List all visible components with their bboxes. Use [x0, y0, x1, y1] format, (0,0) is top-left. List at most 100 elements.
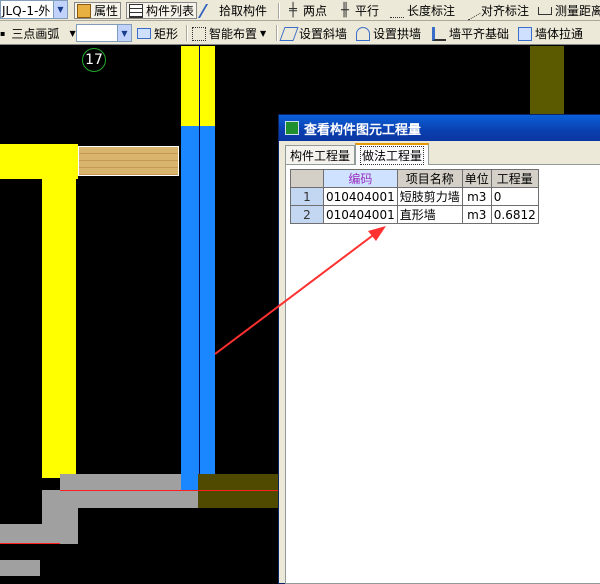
- rectangle-button[interactable]: 矩形: [137, 25, 178, 42]
- bottom-gray-strip: [0, 560, 40, 576]
- slope-wall-button[interactable]: 设置斜墙: [279, 25, 348, 42]
- red-line-lower: [0, 543, 60, 544]
- arc-label: 三点画弧: [11, 27, 60, 41]
- grip-icon: ▪: [0, 29, 6, 38]
- two-points-button[interactable]: ╪ 两点: [286, 2, 327, 19]
- app-icon: [285, 121, 299, 135]
- wall-stretch-icon: [518, 26, 532, 41]
- wall-yellow-vertical-top: [181, 46, 215, 126]
- arch-wall-button[interactable]: 设置拱墙: [356, 25, 421, 42]
- wall-stretch-label: 墙体拉通: [535, 27, 584, 41]
- tab-component-quantity[interactable]: 构件工程量: [285, 145, 355, 164]
- grid-icon: ╪: [289, 2, 297, 18]
- eyedropper-icon: [197, 3, 221, 18]
- chevron-down-icon: ▼: [260, 29, 267, 38]
- wall-axis-line: [199, 46, 200, 490]
- tab-method-quantity[interactable]: 做法工程量: [355, 143, 429, 165]
- align-dim-icon: [461, 0, 481, 21]
- attributes-icon: [77, 3, 91, 18]
- wall-align-base-button[interactable]: 墙平齐基础: [432, 25, 509, 42]
- wall-stretch-button[interactable]: 墙体拉通: [518, 25, 583, 42]
- slab-gray-mid: [42, 490, 198, 508]
- slab-olive: [198, 474, 278, 508]
- main-toolbar: JLQ-1-外 ▼ 属性 构件列表 拾取构件 ╪ 两点 ╫ 平行 长度标注 对齐…: [0, 0, 600, 21]
- selected-beam[interactable]: [78, 146, 179, 176]
- component-list-button[interactable]: 构件列表: [126, 2, 198, 19]
- wall-yellow-inner: [0, 179, 42, 479]
- axis-number: 17: [85, 52, 103, 68]
- red-line-upper: [60, 490, 278, 491]
- ruler-icon: [538, 6, 552, 15]
- slope-wall-label: 设置斜墙: [299, 27, 348, 41]
- tab-label: 做法工程量: [360, 145, 425, 165]
- wall-yellow-vertical-left: [42, 144, 76, 478]
- smart-layout-button[interactable]: 智能布置 ▼: [192, 25, 266, 42]
- row-number[interactable]: 1: [290, 187, 324, 206]
- arc-dropdown[interactable]: ▪ 三点画弧 ▼: [0, 25, 76, 42]
- layer-combo[interactable]: ▼: [76, 24, 132, 42]
- dimension-icon: [390, 4, 404, 18]
- quantity-panel: 编码 项目名称 单位 工程量 1 010404001 短肢剪力墙 m3 0 2 …: [285, 164, 600, 584]
- pick-component-label: 拾取构件: [219, 4, 268, 18]
- list-icon: [129, 3, 143, 18]
- wall-blue-vertical: [181, 126, 215, 490]
- align-dim-label: 对齐标注: [481, 4, 530, 18]
- chevron-down-icon[interactable]: ▼: [117, 25, 131, 41]
- row-header-corner: [290, 169, 324, 188]
- parallel-label: 平行: [355, 4, 380, 18]
- column-header-code[interactable]: 编码: [323, 169, 398, 188]
- cell-unit[interactable]: m3: [461, 187, 492, 206]
- align-dim-button[interactable]: 对齐标注: [461, 0, 530, 21]
- quantity-dialog: 查看构件图元工程量 构件工程量 做法工程量 编码 项目名称 单位 工程量 1 0…: [278, 114, 600, 584]
- parallel-button[interactable]: ╫ 平行: [338, 2, 379, 19]
- chevron-down-icon: ▼: [69, 29, 76, 38]
- wall-align-icon: [432, 26, 446, 41]
- table-row[interactable]: 2 010404001 直形墙 m3 0.6812: [290, 205, 539, 224]
- arch-wall-icon: [356, 26, 370, 41]
- length-dim-button[interactable]: 长度标注: [390, 2, 455, 19]
- two-points-label: 两点: [303, 4, 328, 18]
- chevron-down-icon[interactable]: ▼: [53, 1, 67, 18]
- component-selector-value: JLQ-1-外: [2, 4, 51, 18]
- axis-bubble: 17: [82, 48, 106, 72]
- cell-name[interactable]: 直形墙: [396, 205, 463, 224]
- column-header-qty[interactable]: 工程量: [490, 169, 539, 188]
- pick-component-button[interactable]: 拾取构件: [197, 2, 268, 19]
- cell-unit[interactable]: m3: [461, 205, 492, 224]
- rectangle-icon: [137, 28, 151, 39]
- tab-label: 构件工程量: [290, 148, 351, 163]
- dialog-titlebar[interactable]: 查看构件图元工程量: [279, 115, 600, 141]
- component-list-label: 构件列表: [146, 4, 195, 18]
- cell-code[interactable]: 010404001: [323, 187, 398, 206]
- quantity-table: 编码 项目名称 单位 工程量 1 010404001 短肢剪力墙 m3 0 2 …: [290, 169, 539, 224]
- attributes-button[interactable]: 属性: [74, 2, 122, 19]
- table-header-row: 编码 项目名称 单位 工程量: [290, 169, 539, 188]
- table-row[interactable]: 1 010404001 短肢剪力墙 m3 0: [290, 187, 539, 206]
- column-header-unit[interactable]: 单位: [461, 169, 492, 188]
- slope-wall-icon: [279, 26, 299, 41]
- length-dim-label: 长度标注: [407, 4, 456, 18]
- measure-distance-label: 测量距离: [555, 4, 600, 18]
- cell-qty[interactable]: 0.6812: [490, 205, 539, 224]
- drawing-toolbar: ▪ 三点画弧 ▼ ▼ 矩形 智能布置 ▼ 设置斜墙 设置拱墙 墙平齐基础 墙体拉…: [0, 21, 600, 45]
- dialog-title: 查看构件图元工程量: [304, 122, 422, 138]
- toolbar-separator: [186, 25, 188, 41]
- smart-layout-icon: [192, 26, 206, 41]
- wall-align-base-label: 墙平齐基础: [449, 27, 510, 41]
- cell-code[interactable]: 010404001: [323, 205, 398, 224]
- wall-olive-right: [530, 46, 564, 114]
- toolbar-separator: [278, 3, 280, 19]
- smart-layout-label: 智能布置: [209, 27, 258, 41]
- attributes-label: 属性: [94, 4, 119, 18]
- toolbar-separator: [276, 25, 278, 41]
- component-selector[interactable]: JLQ-1-外 ▼: [0, 0, 68, 19]
- cell-qty[interactable]: 0: [490, 187, 539, 206]
- measure-distance-button[interactable]: 测量距离: [538, 2, 600, 19]
- slab-gray-low: [0, 524, 78, 544]
- cell-name[interactable]: 短肢剪力墙: [396, 187, 463, 206]
- parallel-icon: ╫: [341, 2, 349, 18]
- column-header-name[interactable]: 项目名称: [396, 169, 463, 188]
- row-number[interactable]: 2: [290, 205, 324, 224]
- rectangle-label: 矩形: [154, 27, 179, 41]
- arch-wall-label: 设置拱墙: [373, 27, 422, 41]
